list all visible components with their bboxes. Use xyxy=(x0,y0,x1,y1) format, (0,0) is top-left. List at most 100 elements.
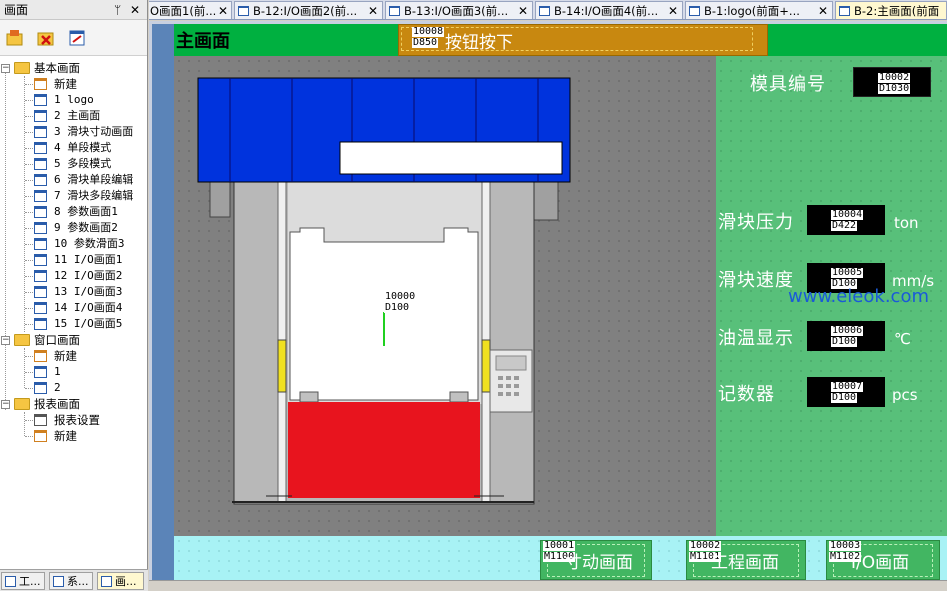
press-illustration xyxy=(197,77,571,505)
collapse-icon[interactable]: − xyxy=(1,400,10,409)
screen-tree-panel: 画面 ᛘ ✕ − 基本画面 新建 1 logo 2 主画面 3 滑块寸动画面 4 单段… xyxy=(0,0,148,591)
tree-item-new[interactable]: 新建 xyxy=(0,76,148,92)
mold-number-label: 模具编号 xyxy=(750,74,826,95)
tree-item-screen[interactable]: 14 I/O画面4 xyxy=(0,300,148,316)
tab-io-screen-1[interactable]: O画面1(前... ✕ xyxy=(149,1,232,19)
screen-icon xyxy=(34,222,47,234)
tree-item-report-new[interactable]: 新建 xyxy=(0,428,148,444)
screen-icon xyxy=(689,6,700,16)
tree-folder-window[interactable]: − 窗口画面 xyxy=(0,332,148,348)
screen-icon xyxy=(34,142,47,154)
screen-icon xyxy=(101,576,112,587)
tree-item-screen[interactable]: 11 I/O画面1 xyxy=(0,252,148,268)
screen-icon xyxy=(34,158,47,170)
system-icon xyxy=(53,576,64,587)
screen-icon xyxy=(34,238,47,250)
close-panel-button[interactable]: ✕ xyxy=(130,0,140,20)
tree-item-window-new[interactable]: 新建 xyxy=(0,348,148,364)
canvas-left-margin xyxy=(152,24,174,580)
folder-icon xyxy=(14,334,30,346)
tree-item-screen[interactable]: 2 主画面 xyxy=(0,108,148,124)
tree-item-screen[interactable]: 3 滑块寸动画面 xyxy=(0,124,148,140)
close-tab-icon[interactable]: ✕ xyxy=(218,2,228,19)
watermark: www.eleok.com xyxy=(788,286,929,307)
tree-item-screen[interactable]: 15 I/O画面5 xyxy=(0,316,148,332)
document-tabs: O画面1(前... ✕ B-12:I/O画面2(前... ✕ B-13:I/O画面3… xyxy=(149,0,947,20)
tab-screens[interactable]: 画... xyxy=(97,572,144,590)
tree-item-screen[interactable]: 8 参数画面1 xyxy=(0,204,148,220)
status-bar xyxy=(149,580,947,591)
panel-toolbar xyxy=(0,20,147,56)
close-tab-icon[interactable]: ✕ xyxy=(818,2,828,19)
screen-icon xyxy=(839,6,850,16)
screen-icon xyxy=(34,302,47,314)
readout-value[interactable]: 10004 D422 xyxy=(807,205,885,235)
readout-value[interactable]: 10007 D100 xyxy=(807,377,885,407)
tab-project[interactable]: 工... xyxy=(1,572,45,590)
press-area: 10000 D100 xyxy=(174,56,716,536)
tree-item-screen[interactable]: 13 I/O画面3 xyxy=(0,284,148,300)
screen-icon xyxy=(34,190,47,202)
screen-icon xyxy=(539,6,550,16)
tree-folder-basic[interactable]: − 基本画面 xyxy=(0,60,148,76)
close-tab-icon[interactable]: ✕ xyxy=(518,2,528,19)
tree-item-screen[interactable]: 4 单段模式 xyxy=(0,140,148,156)
readout-panel: 模具编号 10002 D1030 滑块压力 10004 D422 ton 滑块速度 100… xyxy=(716,56,947,536)
tree-item-screen[interactable]: 6 滑块单段编辑 xyxy=(0,172,148,188)
readout-unit: ton xyxy=(894,214,919,232)
screen-icon xyxy=(34,254,47,266)
readout-unit: ℃ xyxy=(894,330,911,348)
nav-button-label: 寸动画面 xyxy=(565,553,633,573)
tree-item-screen[interactable]: 9 参数画面2 xyxy=(0,220,148,236)
tab-io-screen-3[interactable]: B-13:I/O画面3(前... ✕ xyxy=(385,1,533,19)
screen-icon xyxy=(34,206,47,218)
tree-folder-report[interactable]: − 报表画面 xyxy=(0,396,148,412)
readout-label: 滑块速度 xyxy=(718,270,794,291)
open-screen-icon[interactable] xyxy=(5,28,25,48)
screen-icon xyxy=(34,174,47,186)
collapse-icon[interactable]: − xyxy=(1,336,10,345)
panel-tabs: 工... 系... 画... xyxy=(0,569,148,591)
close-tab-icon[interactable]: ✕ xyxy=(368,2,378,19)
screen-icon xyxy=(389,6,400,16)
tab-io-screen-4[interactable]: B-14:I/O画面4(前... ✕ xyxy=(535,1,683,19)
tab-main-screen[interactable]: B-2:主画面(前面 xyxy=(835,1,947,19)
new-screen-icon xyxy=(34,350,47,362)
delete-screen-icon[interactable] xyxy=(36,28,56,48)
tree-item-window-2[interactable]: 2 xyxy=(0,380,148,396)
mold-number-display[interactable]: 10002 D1030 xyxy=(853,67,931,97)
readout-value[interactable]: 10006 D100 xyxy=(807,321,885,351)
screen-icon xyxy=(34,270,47,282)
tree-item-report-settings[interactable]: 报表设置 xyxy=(0,412,148,428)
nav-button[interactable]: 10003 M1102 I/O画面 xyxy=(826,540,940,580)
screen-title: 主画面 xyxy=(176,31,230,52)
tree-item-window-1[interactable]: 1 xyxy=(0,364,148,380)
tree-item-screen[interactable]: 7 滑块多段编辑 xyxy=(0,188,148,204)
tab-logo[interactable]: B-1:logo(前面+... ✕ xyxy=(685,1,833,19)
title-bar: 主画面 10008 D850 按钮按下 xyxy=(174,24,947,56)
collapse-icon[interactable]: − xyxy=(1,64,10,73)
nav-button-label: I/O画面 xyxy=(851,553,910,573)
tree-item-screen[interactable]: 5 多段模式 xyxy=(0,156,148,172)
nav-button[interactable]: 10002 M1101 工程画面 xyxy=(686,540,806,580)
project-icon xyxy=(5,576,16,587)
alarm-banner[interactable]: 10008 D850 按钮按下 xyxy=(398,24,768,56)
nav-button[interactable]: 10001 M1100 寸动画面 xyxy=(540,540,652,580)
tab-system[interactable]: 系... xyxy=(49,572,93,590)
screen-properties-icon[interactable] xyxy=(67,28,87,48)
close-tab-icon[interactable]: ✕ xyxy=(668,2,678,19)
screen-icon xyxy=(238,6,249,16)
readout-unit: pcs xyxy=(892,386,918,404)
screen-icon xyxy=(34,94,47,106)
new-screen-icon xyxy=(34,430,47,442)
tree-item-screen[interactable]: 1 logo xyxy=(0,92,148,108)
tab-io-screen-2[interactable]: B-12:I/O画面2(前... ✕ xyxy=(234,1,383,19)
nav-button-label: 工程画面 xyxy=(711,553,779,573)
tree-item-screen[interactable]: 12 I/O画面2 xyxy=(0,268,148,284)
screen-icon xyxy=(34,286,47,298)
pin-icon[interactable]: ᛘ xyxy=(114,0,121,20)
new-screen-icon xyxy=(34,78,47,90)
tree-item-screen[interactable]: 10 参数滑面3 xyxy=(0,236,148,252)
screen-icon xyxy=(34,318,47,330)
panel-title: 画面 xyxy=(4,3,29,17)
